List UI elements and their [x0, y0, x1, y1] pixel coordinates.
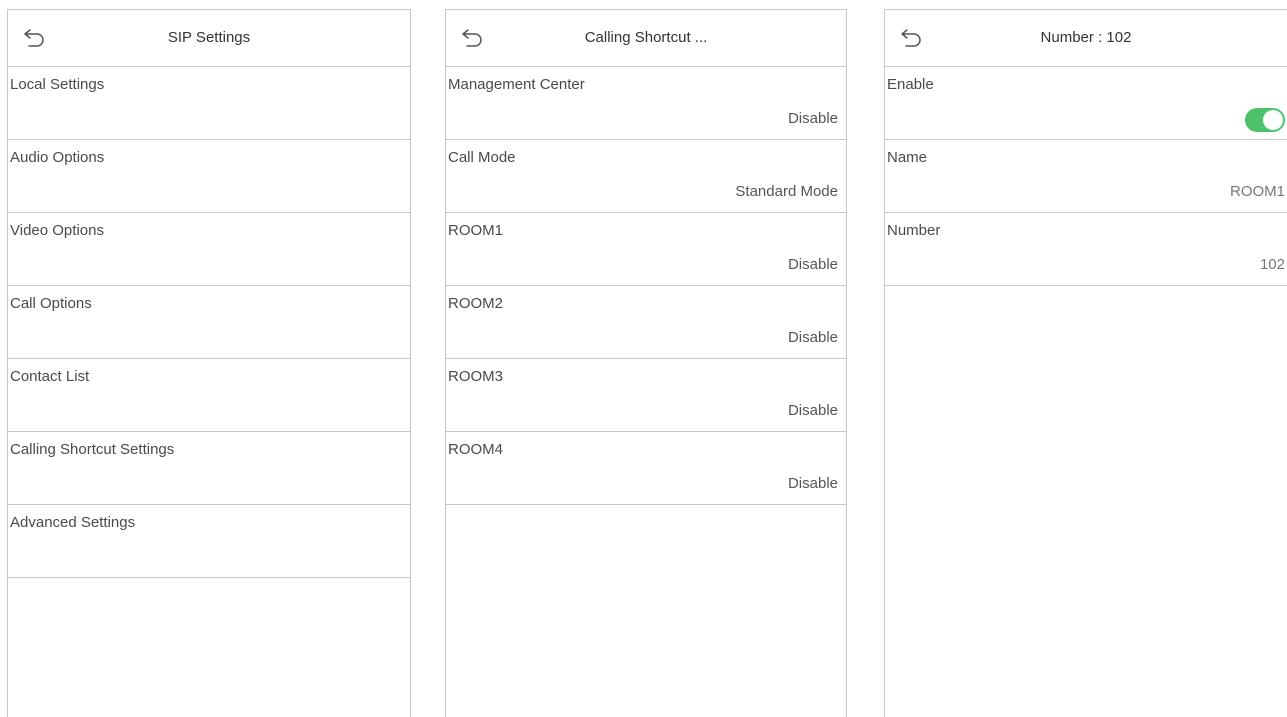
setting-label: Name [887, 149, 928, 166]
setting-value: 102 [1259, 256, 1285, 273]
menu-item-label: Video Options [10, 222, 104, 239]
setting-label: Call Mode [448, 149, 516, 166]
setting-label: Management Center [448, 76, 585, 93]
setting-value: Disable [787, 110, 838, 127]
menu-item-audio-options[interactable]: Audio Options [8, 140, 410, 213]
setting-row-call-mode[interactable]: Call Mode Standard Mode [446, 140, 846, 213]
menu-item-label: Contact List [10, 368, 90, 385]
setting-row-enable: Enable [885, 67, 1287, 140]
setting-value: Disable [787, 402, 838, 419]
setting-row-number[interactable]: Number 102 [885, 213, 1287, 286]
enable-toggle[interactable] [1245, 108, 1285, 132]
panel-header: SIP Settings [8, 10, 410, 67]
menu-item-calling-shortcut-settings[interactable]: Calling Shortcut Settings [8, 432, 410, 505]
setting-label: ROOM3 [448, 368, 504, 385]
number-detail-panel: Number : 102 Enable Name ROOM1 Number 10… [884, 9, 1287, 717]
page-title: SIP Settings [167, 29, 251, 46]
sip-settings-panel: SIP Settings Local Settings Audio Option… [7, 9, 411, 717]
setting-row-room4[interactable]: ROOM4 Disable [446, 432, 846, 505]
menu-item-label: Call Options [10, 295, 92, 312]
menu-item-advanced-settings[interactable]: Advanced Settings [8, 505, 410, 578]
menu-item-label: Local Settings [10, 76, 105, 93]
setting-label: Number [887, 222, 941, 239]
panel-header: Number : 102 [885, 10, 1287, 67]
setting-value: Disable [787, 329, 838, 346]
setting-row-management-center[interactable]: Management Center Disable [446, 67, 846, 140]
setting-value: Standard Mode [735, 183, 838, 200]
setting-value: Disable [787, 475, 838, 492]
setting-value: Disable [787, 256, 838, 273]
setting-label: ROOM1 [448, 222, 504, 239]
setting-row-room1[interactable]: ROOM1 Disable [446, 213, 846, 286]
toggle-knob [1263, 110, 1283, 130]
setting-value: ROOM1 [1229, 183, 1285, 200]
setting-label: Enable [887, 76, 934, 93]
setting-row-room2[interactable]: ROOM2 Disable [446, 286, 846, 359]
page-title: Number : 102 [1040, 29, 1132, 46]
menu-item-label: Advanced Settings [10, 514, 136, 531]
setting-row-room3[interactable]: ROOM3 Disable [446, 359, 846, 432]
menu-item-label: Calling Shortcut Settings [10, 441, 175, 458]
panel-header: Calling Shortcut ... [446, 10, 846, 67]
menu-item-video-options[interactable]: Video Options [8, 213, 410, 286]
page-title: Calling Shortcut ... [584, 29, 708, 46]
setting-label: ROOM4 [448, 441, 504, 458]
menu-item-local-settings[interactable]: Local Settings [8, 67, 410, 140]
menu-item-contact-list[interactable]: Contact List [8, 359, 410, 432]
menu-item-label: Audio Options [10, 149, 105, 166]
menu-item-call-options[interactable]: Call Options [8, 286, 410, 359]
setting-label: ROOM2 [448, 295, 504, 312]
calling-shortcut-panel: Calling Shortcut ... Management Center D… [445, 9, 847, 717]
setting-row-name[interactable]: Name ROOM1 [885, 140, 1287, 213]
